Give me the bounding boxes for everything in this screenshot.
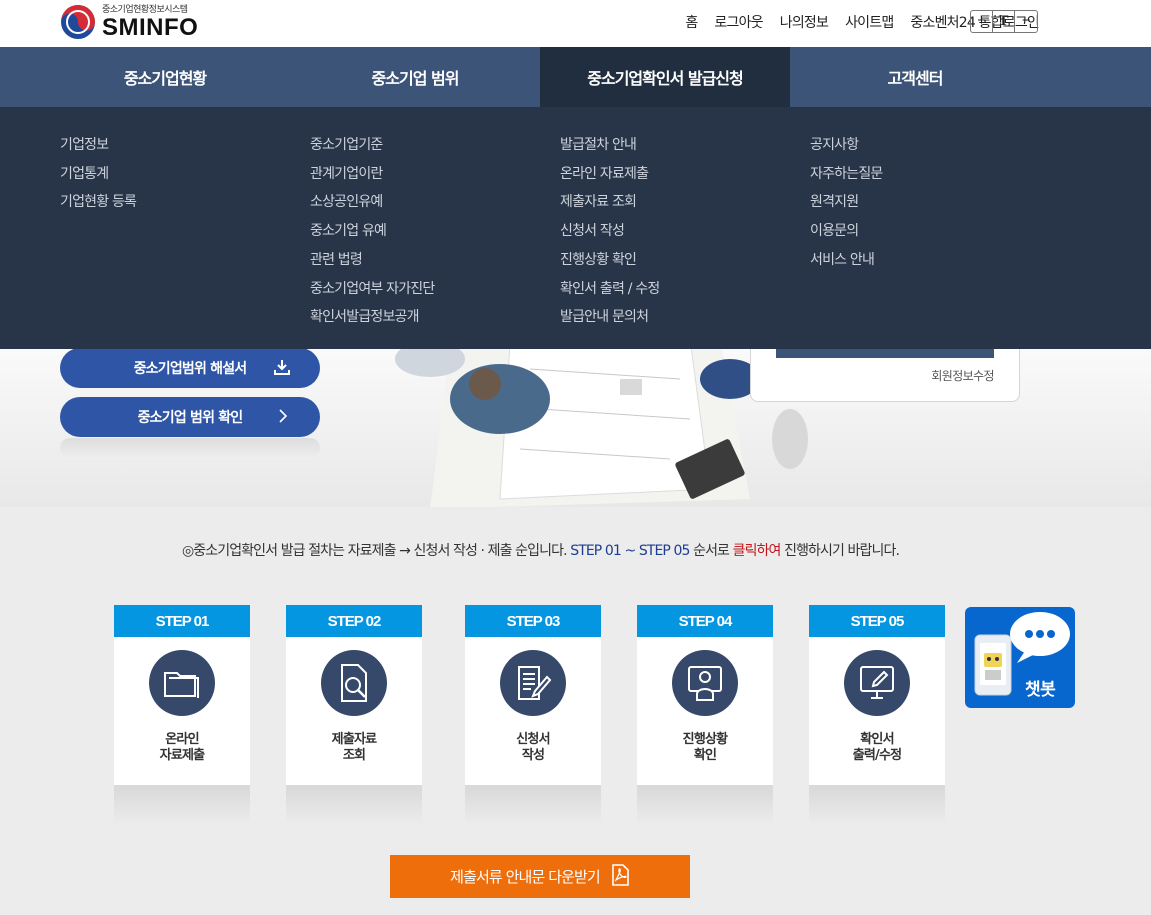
menu-item[interactable]: 신청서 작성 [560,217,659,246]
menu-item[interactable]: 관련 법령 [310,246,434,275]
menu-column-company: 기업정보 기업통계 기업현황 등록 [60,131,137,217]
menu-item[interactable]: 온라인 자료제출 [560,160,659,189]
business-meeting-photo [395,349,808,507]
notice-text: ◎중소기업확인서 발급 절차는 자료제출 → 신청서 작성 · 제출 순입니다. [181,543,568,559]
font-increase-button[interactable]: + [971,11,993,32]
chatbot-button[interactable]: 챗봇 [965,607,1075,708]
menu-item[interactable]: 확인서 출력 / 수정 [560,275,660,304]
document-search-icon [321,650,387,716]
sme-scope-check-label: 중소기업 범위 확인 [137,410,244,426]
step-heading: STEP 05 [809,605,945,637]
download-icon [274,359,290,378]
main-nav: 중소기업현황 중소기업 범위 중소기업확인서 발급신청 고객센터 [0,47,1151,107]
card-reflection [114,785,250,825]
sme-scope-check-button[interactable]: 중소기업 범위 확인 [60,397,320,437]
menu-item[interactable]: 중소기업기준 [310,131,434,160]
nav-sme-scope[interactable]: 중소기업 범위 [290,47,540,107]
menu-item[interactable]: 발급절차 안내 [560,131,659,160]
pdf-icon [610,863,630,890]
download-guide-button[interactable]: 제출서류 안내문 다운받기 [390,855,690,898]
button-reflection [60,438,320,458]
nav-certificate-application[interactable]: 중소기업확인서 발급신청 [540,47,790,107]
util-link-myinfo[interactable]: 나의정보 [780,12,829,32]
util-link-logout[interactable]: 로그아웃 [714,12,763,32]
util-link-sitemap[interactable]: 사이트맵 [845,12,894,32]
step-card-01[interactable]: STEP 01 온라인 자료제출 [114,605,250,785]
member-info-bar [776,349,994,358]
logo[interactable]: 중소기업현황정보시스템 SMINFO [60,3,198,41]
sme-scope-guide-button[interactable]: 중소기업범위 해설서 [60,349,320,388]
font-size-controls: + T − [970,10,1038,33]
font-reset-button[interactable]: T [993,11,1015,32]
chatbot-label: 챗봇 [1025,680,1056,700]
menu-item[interactable]: 기업통계 [60,160,136,189]
menu-item[interactable]: 중소기업 유예 [310,217,434,246]
menu-item[interactable]: 공지사항 [810,131,882,160]
notice-text: 순서로 [693,543,730,559]
menu-column-customer: 공지사항 자주하는질문 원격지원 이용문의 서비스 안내 [810,131,883,275]
card-reflection [286,785,422,825]
download-guide-label: 제출서류 안내문 다운받기 [450,868,601,886]
step-label: 확인서 출력/수정 [852,732,902,763]
monitor-edit-icon [844,650,910,716]
menu-item[interactable]: 기업현황 등록 [60,188,137,217]
taegeuk-logo-icon [60,4,96,40]
nav-company-status[interactable]: 중소기업현황 [40,47,290,107]
font-decrease-button[interactable]: − [1015,11,1037,32]
step-label: 제출자료 조회 [331,732,377,763]
chevron-right-icon [276,408,290,427]
menu-item[interactable]: 자주하는질문 [810,160,883,189]
header: 중소기업현황정보시스템 SMINFO 홈 로그아웃 나의정보 사이트맵 중소벤처… [0,0,1151,47]
step-label: 온라인 자료제출 [159,732,205,763]
member-edit-link[interactable]: 회원정보수정 [931,367,994,384]
step-heading: STEP 02 [286,605,422,637]
procedure-notice: ◎중소기업확인서 발급 절차는 자료제출 → 신청서 작성 · 제출 순입니다.… [0,540,1081,560]
step-label: 진행상황 확인 [682,732,728,763]
notice-click-emphasis: 클릭하여 [732,543,782,559]
step-label: 신청서 작성 [516,732,550,763]
menu-item[interactable]: 기업정보 [60,131,136,160]
folder-icon [149,650,215,716]
notice-text: 진행하시기 바랍니다. [784,543,900,559]
step-heading: STEP 04 [637,605,773,637]
menu-item[interactable]: 원격지원 [810,188,882,217]
step-heading: STEP 03 [465,605,601,637]
step-card-04[interactable]: STEP 04 진행상황 확인 [637,605,773,785]
step-heading: STEP 01 [114,605,250,637]
card-reflection [637,785,773,825]
notice-step-range: STEP 01 ~ STEP 05 [570,543,690,559]
mega-menu: 기업정보 기업통계 기업현황 등록 중소기업기준 관계기업이란 소상공인유예 중… [0,107,1151,349]
step-card-03[interactable]: STEP 03 신청서 작성 [465,605,601,785]
menu-item[interactable]: 발급안내 문의처 [560,303,659,332]
menu-item[interactable]: 서비스 안내 [810,246,882,275]
menu-item[interactable]: 중소기업여부 자가진단 [310,275,435,304]
util-link-home[interactable]: 홈 [685,12,698,32]
logo-title: SMINFO [102,13,199,41]
chatbot-icon [974,612,1070,696]
document-write-icon [500,650,566,716]
card-reflection [809,785,945,825]
step-card-02[interactable]: STEP 02 제출자료 조회 [286,605,422,785]
menu-item[interactable]: 소상공인유예 [310,188,434,217]
monitor-user-icon [672,650,738,716]
menu-item[interactable]: 진행상황 확인 [560,246,659,275]
menu-column-scope: 중소기업기준 관계기업이란 소상공인유예 중소기업 유예 관련 법령 중소기업여… [310,131,435,332]
sme-scope-guide-label: 중소기업범위 해설서 [133,361,248,377]
step-card-05[interactable]: STEP 05 확인서 출력/수정 [809,605,945,785]
card-reflection [465,785,601,825]
menu-item[interactable]: 이용문의 [810,217,882,246]
menu-item[interactable]: 관계기업이란 [310,160,434,189]
menu-column-certificate: 발급절차 안내 온라인 자료제출 제출자료 조회 신청서 작성 진행상황 확인 … [560,131,660,332]
nav-customer-center[interactable]: 고객센터 [790,47,1040,107]
menu-item[interactable]: 확인서발급정보공개 [310,303,434,332]
hero-banner: 중소기업범위 해설서 중소기업 범위 확인 회원정보수정 [0,349,1151,507]
menu-item[interactable]: 제출자료 조회 [560,188,659,217]
member-info-box: 회원정보수정 [750,349,1020,402]
